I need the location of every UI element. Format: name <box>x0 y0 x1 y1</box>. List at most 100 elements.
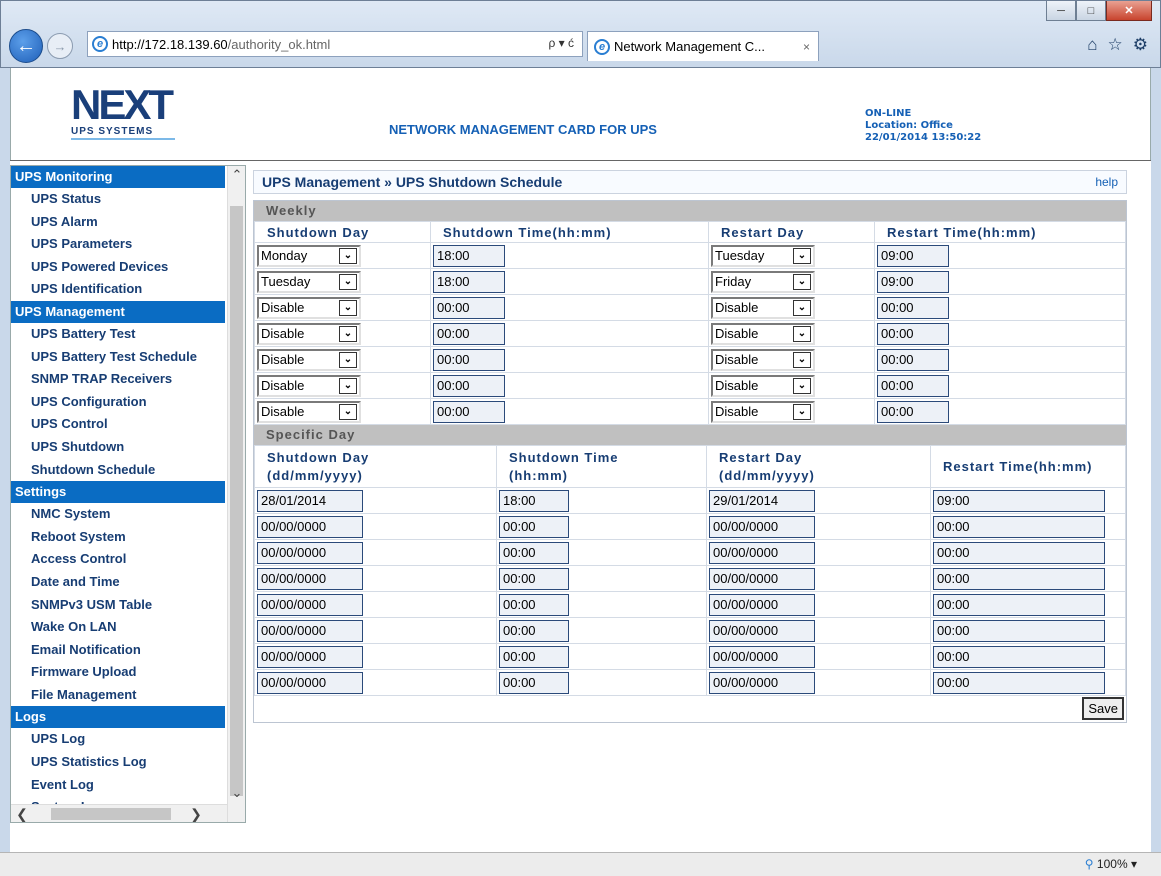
restart-date-input[interactable]: 00/00/0000 <box>709 593 815 616</box>
restart-date-input[interactable]: 00/00/0000 <box>709 541 815 564</box>
shutdown-time-input[interactable]: 00:00 <box>499 671 569 694</box>
shutdown-day-select[interactable]: Disable ⌄ <box>257 348 361 371</box>
sidebar-item[interactable]: UPS Powered Devices <box>11 255 225 279</box>
sidebar-item[interactable]: Wake On LAN <box>11 616 225 639</box>
sidebar-item[interactable]: File Management <box>11 683 225 707</box>
restart-day-select[interactable]: Friday ⌄ <box>711 270 815 293</box>
chevron-down-icon[interactable]: ⌄ <box>793 299 811 316</box>
sidebar-item[interactable]: UPS Statistics Log <box>11 751 225 774</box>
sidebar-item[interactable]: UPS Configuration <box>11 390 225 414</box>
shutdown-date-input[interactable]: 00/00/0000 <box>257 567 363 590</box>
shutdown-date-input[interactable]: 28/01/2014 <box>257 489 363 512</box>
sidebar-item[interactable]: SNMP TRAP Receivers <box>11 368 225 391</box>
back-button[interactable]: ← <box>9 29 43 63</box>
restart-day-select[interactable]: Disable ⌄ <box>711 400 815 423</box>
favorites-star-icon[interactable]: ☆ <box>1108 35 1123 55</box>
chevron-down-icon[interactable]: ⌄ <box>339 377 357 394</box>
shutdown-date-input[interactable]: 00/00/0000 <box>257 593 363 616</box>
restart-time-input[interactable]: 09:00 <box>877 244 949 267</box>
restart-day-select[interactable]: Disable ⌄ <box>711 348 815 371</box>
sidebar-item[interactable]: UPS Battery Test <box>11 322 225 346</box>
sidebar-item[interactable]: Firmware Upload <box>11 661 225 684</box>
shutdown-date-input[interactable]: 00/00/0000 <box>257 645 363 668</box>
shutdown-date-input[interactable]: 00/00/0000 <box>257 671 363 694</box>
chevron-down-icon[interactable]: ⌄ <box>793 403 811 420</box>
sidebar-item[interactable]: Reboot System <box>11 525 225 549</box>
restart-date-input[interactable]: 00/00/0000 <box>709 567 815 590</box>
sidebar-item[interactable]: UPS Shutdown <box>11 435 225 459</box>
restart-day-select[interactable]: Disable ⌄ <box>711 322 815 345</box>
scroll-left-icon[interactable]: ❮ <box>13 805 31 822</box>
save-button[interactable]: Save <box>1082 697 1124 720</box>
shutdown-date-input[interactable]: 00/00/0000 <box>257 541 363 564</box>
restart-time-input[interactable]: 00:00 <box>877 322 949 345</box>
shutdown-time-input[interactable]: 00:00 <box>499 645 569 668</box>
chevron-down-icon[interactable]: ⌄ <box>339 351 357 368</box>
sidebar-item[interactable]: Email Notification <box>11 638 225 662</box>
zoom-control[interactable]: ⚲ 100% ▾ <box>1085 857 1137 871</box>
restart-date-input[interactable]: 00/00/0000 <box>709 671 815 694</box>
sidebar-item[interactable]: UPS Identification <box>11 278 225 301</box>
sidebar-item[interactable]: NMC System <box>11 503 225 526</box>
restart-time-input[interactable]: 00:00 <box>933 541 1105 564</box>
hscroll-thumb[interactable] <box>51 808 171 820</box>
sidebar-section-header[interactable]: Logs <box>11 706 225 729</box>
forward-button[interactable]: → <box>47 33 73 59</box>
close-button[interactable]: ✕ <box>1106 1 1152 21</box>
chevron-down-icon[interactable]: ⌄ <box>339 403 357 420</box>
shutdown-day-select[interactable]: Tuesday ⌄ <box>257 270 361 293</box>
shutdown-time-input[interactable]: 18:00 <box>499 489 569 512</box>
shutdown-time-input[interactable]: 00:00 <box>433 374 505 397</box>
restart-time-input[interactable]: 09:00 <box>877 270 949 293</box>
restart-time-input[interactable]: 00:00 <box>933 515 1105 538</box>
shutdown-time-input[interactable]: 18:00 <box>433 244 505 267</box>
shutdown-time-input[interactable]: 00:00 <box>433 296 505 319</box>
scroll-thumb[interactable] <box>230 206 243 796</box>
sidebar-section-header[interactable]: Settings <box>11 481 225 504</box>
settings-gear-icon[interactable]: ⚙ <box>1133 35 1148 55</box>
sidebar-item[interactable]: UPS Parameters <box>11 233 225 256</box>
tab-close-icon[interactable]: × <box>803 40 810 54</box>
scroll-down-icon[interactable]: ⌄ <box>228 784 245 802</box>
chevron-down-icon[interactable]: ⌄ <box>339 247 357 264</box>
restart-time-input[interactable]: 09:00 <box>933 489 1105 512</box>
restart-time-input[interactable]: 00:00 <box>933 645 1105 668</box>
sidebar-item[interactable]: Shutdown Schedule <box>11 458 225 482</box>
shutdown-time-input[interactable]: 00:00 <box>433 322 505 345</box>
restart-day-select[interactable]: Disable ⌄ <box>711 296 815 319</box>
chevron-down-icon[interactable]: ⌄ <box>793 273 811 290</box>
minimize-button[interactable]: ─ <box>1046 1 1076 21</box>
chevron-down-icon[interactable]: ⌄ <box>793 351 811 368</box>
shutdown-time-input[interactable]: 00:00 <box>499 593 569 616</box>
sidebar-item[interactable]: Date and Time <box>11 570 225 594</box>
restart-time-input[interactable]: 00:00 <box>877 296 949 319</box>
restart-date-input[interactable]: 00/00/0000 <box>709 515 815 538</box>
restart-date-input[interactable]: 00/00/0000 <box>709 645 815 668</box>
restart-time-input[interactable]: 00:00 <box>933 593 1105 616</box>
restart-day-select[interactable]: Tuesday ⌄ <box>711 244 815 267</box>
shutdown-day-select[interactable]: Disable ⌄ <box>257 374 361 397</box>
help-link[interactable]: help <box>1095 175 1118 189</box>
restart-time-input[interactable]: 00:00 <box>933 567 1105 590</box>
shutdown-day-select[interactable]: Disable ⌄ <box>257 400 361 423</box>
home-icon[interactable]: ⌂ <box>1087 35 1097 55</box>
chevron-down-icon[interactable]: ⌄ <box>339 273 357 290</box>
sidebar-item[interactable]: UPS Battery Test Schedule <box>11 345 225 369</box>
sidebar-item[interactable]: UPS Log <box>11 728 225 752</box>
maximize-button[interactable]: □ <box>1076 1 1106 21</box>
restart-date-input[interactable]: 00/00/0000 <box>709 619 815 642</box>
sidebar-vertical-scrollbar[interactable]: ⌃ ⌄ <box>227 166 245 822</box>
chevron-down-icon[interactable]: ⌄ <box>793 377 811 394</box>
restart-time-input[interactable]: 00:00 <box>877 400 949 423</box>
scroll-right-icon[interactable]: ❯ <box>187 805 205 822</box>
restart-day-select[interactable]: Disable ⌄ <box>711 374 815 397</box>
sidebar-item[interactable]: Access Control <box>11 548 225 571</box>
chevron-down-icon[interactable]: ⌄ <box>793 247 811 264</box>
sidebar-item[interactable]: UPS Control <box>11 413 225 436</box>
shutdown-date-input[interactable]: 00/00/0000 <box>257 515 363 538</box>
shutdown-date-input[interactable]: 00/00/0000 <box>257 619 363 642</box>
shutdown-day-select[interactable]: Monday ⌄ <box>257 244 361 267</box>
restart-time-input[interactable]: 00:00 <box>933 671 1105 694</box>
zoom-dropdown-icon[interactable]: ▾ <box>1131 857 1137 871</box>
sidebar-item[interactable]: UPS Alarm <box>11 210 225 234</box>
